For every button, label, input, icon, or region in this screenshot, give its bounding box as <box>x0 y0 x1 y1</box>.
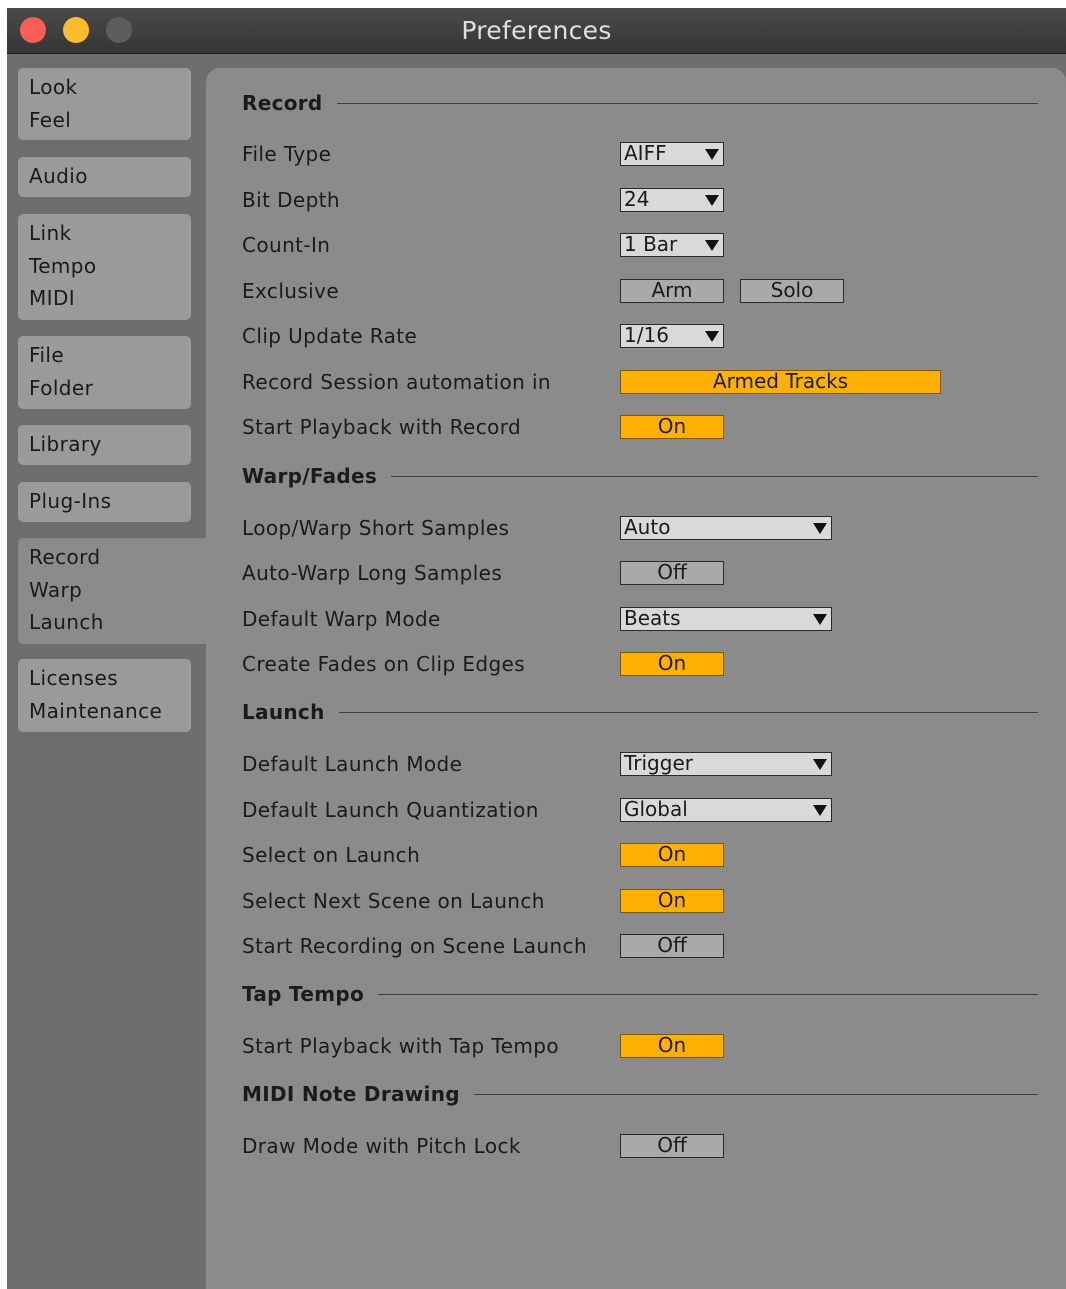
bit-depth-value: 24 <box>624 188 650 211</box>
start-playback-record-toggle[interactable]: On <box>620 415 724 439</box>
create-fades-label: Create Fades on Clip Edges <box>242 652 526 676</box>
default-warp-mode-dropdown[interactable]: Beats <box>620 607 832 631</box>
chevron-down-icon <box>813 805 827 816</box>
section-midi-note-drawing: MIDI Note Drawing <box>242 1079 1038 1109</box>
select-next-scene-label: Select Next Scene on Launch <box>242 889 545 913</box>
chevron-down-icon <box>705 149 719 160</box>
sidebar-tab-library[interactable]: Library <box>18 425 191 465</box>
file-type-value: AIFF <box>624 142 667 165</box>
file-type-dropdown[interactable]: AIFF <box>620 142 724 166</box>
count-in-dropdown[interactable]: 1 Bar <box>620 233 724 257</box>
default-launch-mode-dropdown[interactable]: Trigger <box>620 752 832 776</box>
sidebar-tab-licenses-maintenance[interactable]: Licenses Maintenance <box>18 659 191 732</box>
section-divider <box>378 993 1038 995</box>
section-record: Record <box>242 88 1038 118</box>
draw-mode-pitch-lock-toggle[interactable]: Off <box>620 1134 724 1158</box>
preferences-panel: Record File Type AIFF Bit Depth 24 Count… <box>206 68 1066 1289</box>
start-playback-tap-toggle[interactable]: On <box>620 1034 724 1058</box>
sidebar-tab-record-warp-launch[interactable]: Record Warp Launch <box>18 538 218 644</box>
section-warp-fades: Warp/Fades <box>242 461 1038 491</box>
default-warp-mode-label: Default Warp Mode <box>242 607 441 631</box>
sidebar-item-warp: Warp <box>29 577 83 602</box>
sidebar-item-folder: Folder <box>29 375 94 400</box>
create-fades-toggle[interactable]: On <box>620 652 724 676</box>
auto-warp-long-label: Auto-Warp Long Samples <box>242 561 503 585</box>
section-title-midi-note-drawing: MIDI Note Drawing <box>242 1082 460 1106</box>
select-on-launch-toggle[interactable]: On <box>620 843 724 867</box>
sidebar-tab-look-feel[interactable]: Look Feel <box>18 68 191 140</box>
bit-depth-label: Bit Depth <box>242 188 340 212</box>
auto-warp-long-toggle[interactable]: Off <box>620 561 724 585</box>
section-launch: Launch <box>242 697 1038 727</box>
default-launch-quant-value: Global <box>624 798 688 821</box>
start-recording-scene-toggle[interactable]: Off <box>620 934 724 958</box>
count-in-label: Count-In <box>242 233 331 257</box>
start-recording-scene-label: Start Recording on Scene Launch <box>242 934 588 958</box>
chevron-down-icon <box>705 331 719 342</box>
sidebar-tab-link-tempo-midi[interactable]: Link Tempo MIDI <box>18 214 191 320</box>
section-divider <box>336 102 1038 104</box>
bit-depth-dropdown[interactable]: 24 <box>620 188 724 212</box>
select-next-scene-toggle[interactable]: On <box>620 889 724 913</box>
loop-warp-short-value: Auto <box>624 516 671 539</box>
chevron-down-icon <box>813 759 827 770</box>
exclusive-arm-toggle[interactable]: Arm <box>620 279 724 303</box>
sidebar-item-launch: Launch <box>29 610 104 635</box>
draw-mode-pitch-lock-label: Draw Mode with Pitch Lock <box>242 1134 521 1158</box>
sidebar-item-link: Link <box>29 221 72 245</box>
sidebar-item-file: File <box>29 343 65 367</box>
section-divider <box>338 711 1038 713</box>
sidebar-item-maintenance: Maintenance <box>29 698 163 723</box>
window-title: Preferences <box>461 16 612 45</box>
sidebar-tab-plug-ins[interactable]: Plug-Ins <box>18 482 191 522</box>
exclusive-label: Exclusive <box>242 279 340 303</box>
sidebar-item-record: Record <box>29 545 101 569</box>
sidebar-item-tempo: Tempo <box>29 253 97 278</box>
section-divider <box>473 1093 1038 1095</box>
section-title-tap-tempo: Tap Tempo <box>242 982 364 1006</box>
section-title-warp-fades: Warp/Fades <box>242 464 378 488</box>
section-title-launch: Launch <box>242 700 325 724</box>
default-launch-quant-label: Default Launch Quantization <box>242 798 539 822</box>
section-divider <box>391 475 1038 477</box>
start-playback-tap-label: Start Playback with Tap Tempo <box>242 1034 559 1058</box>
sidebar-tab-file-folder[interactable]: File Folder <box>18 336 191 409</box>
default-launch-mode-value: Trigger <box>624 752 693 775</box>
sidebar-item-library: Library <box>29 432 102 456</box>
loop-warp-short-dropdown[interactable]: Auto <box>620 516 832 540</box>
section-title-record: Record <box>242 91 323 115</box>
sidebar-item-licenses: Licenses <box>29 666 119 690</box>
default-warp-mode-value: Beats <box>624 607 681 630</box>
sidebar-tab-audio[interactable]: Audio <box>18 157 191 197</box>
select-on-launch-label: Select on Launch <box>242 843 421 867</box>
chevron-down-icon <box>705 195 719 206</box>
title-bar[interactable]: Preferences <box>7 8 1066 54</box>
exclusive-solo-toggle[interactable]: Solo <box>740 279 844 303</box>
default-launch-mode-label: Default Launch Mode <box>242 752 463 776</box>
sidebar-item-feel: Feel <box>29 107 72 132</box>
clip-update-rate-label: Clip Update Rate <box>242 324 418 348</box>
chevron-down-icon <box>813 614 827 625</box>
preferences-window: Preferences Look Feel Audio Link Tempo M… <box>7 8 1066 1289</box>
clip-update-rate-value: 1/16 <box>624 324 669 347</box>
section-tap-tempo: Tap Tempo <box>242 979 1038 1009</box>
sidebar-item-plug-ins: Plug-Ins <box>29 489 112 513</box>
sidebar-item-audio: Audio <box>29 164 88 188</box>
session-automation-selector[interactable]: Armed Tracks <box>620 370 941 394</box>
session-automation-label: Record Session automation in <box>242 370 551 394</box>
start-playback-record-label: Start Playback with Record <box>242 415 522 439</box>
sidebar-item-look: Look <box>29 75 78 99</box>
chevron-down-icon <box>705 240 719 251</box>
sidebar-item-midi: MIDI <box>29 286 76 311</box>
default-launch-quant-dropdown[interactable]: Global <box>620 798 832 822</box>
file-type-label: File Type <box>242 142 332 166</box>
clip-update-rate-dropdown[interactable]: 1/16 <box>620 324 724 348</box>
loop-warp-short-label: Loop/Warp Short Samples <box>242 516 510 540</box>
count-in-value: 1 Bar <box>624 233 678 256</box>
chevron-down-icon <box>813 523 827 534</box>
